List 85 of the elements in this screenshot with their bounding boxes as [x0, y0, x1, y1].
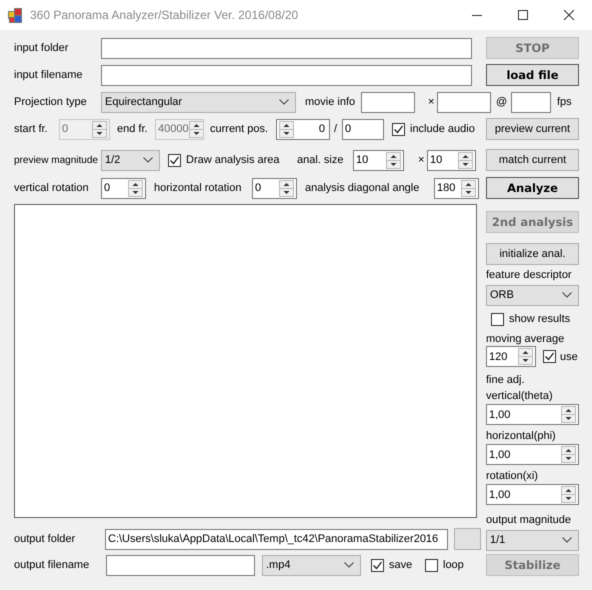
label: vertical(theta) — [486, 390, 554, 402]
spinner-icon[interactable] — [461, 180, 476, 196]
spinner-icon[interactable] — [128, 180, 143, 196]
checkbox-label: use — [560, 350, 579, 362]
chevron-down-icon[interactable] — [143, 157, 153, 163]
times-sign: × — [418, 154, 426, 166]
label: moving average — [486, 333, 566, 345]
input-field[interactable]: 0 — [342, 118, 384, 140]
label: output filename — [14, 559, 90, 571]
spin-field[interactable]: 1,00 — [486, 484, 579, 505]
spinner-icon[interactable] — [518, 348, 533, 365]
label: horizontal(phi) — [486, 430, 557, 442]
label: output magnitude — [486, 514, 572, 526]
button[interactable]: preview current — [486, 118, 579, 140]
spin-field[interactable]: 1,00 — [486, 404, 579, 425]
chevron-down-icon[interactable] — [344, 562, 354, 568]
spin-field[interactable]: 0 — [276, 118, 330, 140]
window-title: 360 Panorama Analyzer/Stabilizer Ver. 2016/08/20 — [30, 8, 298, 22]
spin-field[interactable]: 120 — [486, 346, 536, 367]
close-icon[interactable] — [563, 9, 575, 21]
label: fine adj. — [486, 374, 526, 386]
spinner-icon[interactable] — [561, 486, 576, 503]
input-field[interactable] — [101, 64, 472, 86]
spinner-icon[interactable] — [561, 406, 576, 423]
label: output folder — [14, 533, 76, 545]
label: end fr. — [117, 123, 149, 135]
spinner-icon[interactable] — [279, 120, 294, 138]
button[interactable]: initialize anal. — [486, 243, 579, 265]
input-field[interactable] — [361, 92, 415, 112]
label: fps — [557, 96, 573, 108]
spin-field[interactable]: 0 — [252, 178, 297, 198]
label: vertical rotation — [14, 182, 90, 194]
label: movie info — [305, 96, 356, 108]
app-icon — [8, 8, 23, 22]
checkbox-label: save — [389, 559, 414, 571]
checkbox-label: include audio — [410, 123, 476, 135]
label: start fr. — [14, 123, 49, 135]
label: input folder — [14, 42, 70, 54]
label: anal. size — [297, 154, 344, 166]
checkbox-label: Draw analysis area — [186, 154, 281, 166]
dropdown[interactable]: 1/1 — [486, 530, 579, 550]
label: analysis diagonal angle — [305, 182, 420, 194]
spin-field[interactable]: 0 — [101, 178, 146, 198]
spinner-icon[interactable] — [279, 180, 294, 196]
slash: / — [334, 123, 338, 135]
checkbox[interactable] — [168, 154, 181, 166]
button[interactable]: Analyze — [486, 177, 579, 199]
label: current pos. — [210, 123, 270, 135]
maximize-icon[interactable] — [517, 9, 529, 21]
chevron-down-icon[interactable] — [279, 99, 289, 105]
input-field[interactable] — [101, 38, 472, 58]
spin-field[interactable]: 10 — [353, 150, 404, 170]
spin-field[interactable]: 10 — [427, 150, 476, 170]
dropdown[interactable]: 1/2 — [101, 150, 160, 170]
checkbox[interactable] — [425, 558, 438, 572]
chevron-down-icon[interactable] — [562, 292, 572, 298]
button[interactable]: match current — [486, 149, 579, 171]
button[interactable]: load file — [486, 64, 579, 86]
input-field[interactable] — [511, 92, 551, 112]
input-field[interactable]: C:\Users\sluka\AppData\Local\Temp\_tc42\PanoramaStabilizer2016 — [105, 528, 448, 550]
checkbox[interactable] — [371, 558, 384, 572]
label: horizontal rotation — [154, 182, 242, 194]
input-field[interactable] — [437, 92, 491, 112]
spin-field[interactable]: 180 — [434, 178, 479, 198]
at-sign: @ — [496, 96, 508, 108]
label: rotation(xi) — [486, 470, 539, 482]
checkbox-label: loop — [443, 559, 465, 571]
label: Projection type — [14, 96, 88, 108]
dropdown[interactable]: Equirectangular — [101, 92, 296, 112]
chevron-down-icon[interactable] — [562, 537, 572, 543]
spin-field[interactable]: 1,00 — [486, 444, 579, 465]
label: feature descriptor — [486, 269, 573, 281]
spinner-icon[interactable] — [561, 446, 576, 463]
checkbox-label: show results — [509, 313, 572, 325]
checkbox[interactable] — [392, 122, 405, 136]
spinner-icon[interactable] — [386, 152, 401, 168]
checkbox[interactable] — [491, 312, 504, 326]
dropdown[interactable]: .mp4 — [262, 554, 361, 576]
dropdown[interactable]: ORB — [486, 284, 579, 306]
label: preview magnitude — [14, 154, 99, 166]
times-sign: × — [428, 96, 436, 108]
input-field[interactable] — [106, 554, 255, 576]
label: input filename — [14, 69, 84, 81]
checkbox[interactable] — [543, 350, 556, 363]
spinner-icon[interactable] — [458, 152, 473, 168]
